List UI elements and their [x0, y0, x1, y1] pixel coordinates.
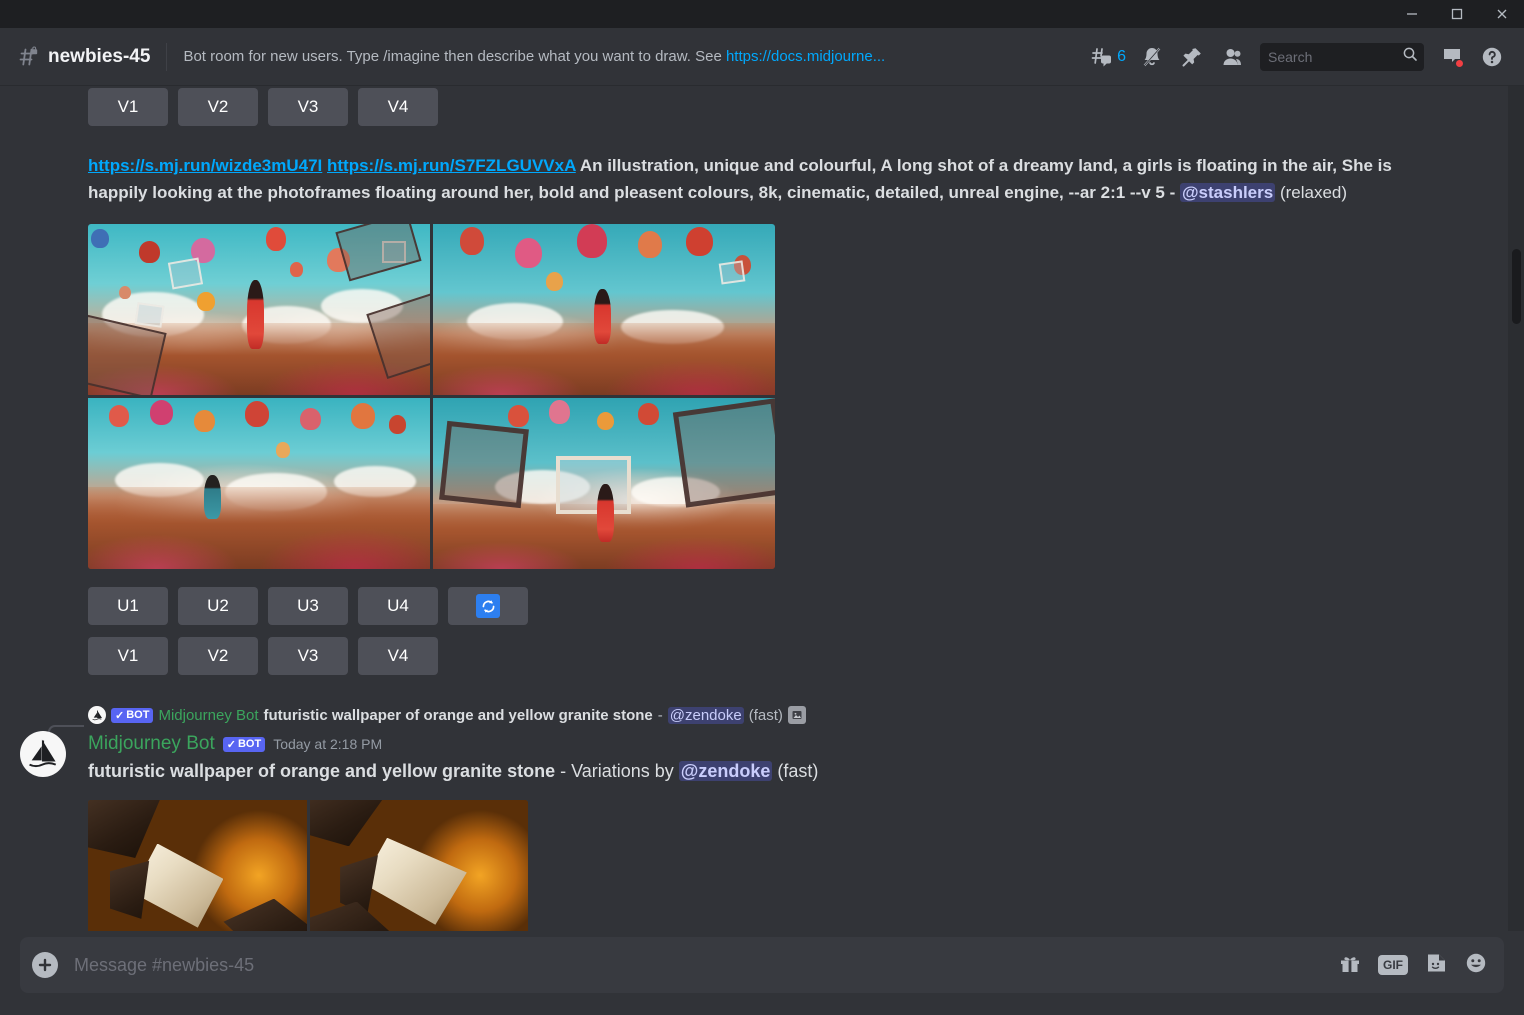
message-body: futuristic wallpaper of orange and yello…: [0, 761, 1524, 782]
image-attachment-icon: [788, 706, 806, 724]
upscale-button-row: U1 U2 U3 U4: [0, 587, 1524, 625]
prompt-link-1[interactable]: https://s.mj.run/wizde3mU47I: [88, 156, 322, 175]
bot-badge-label: BOT: [126, 709, 149, 721]
bot-message: ✓BOT Midjourney Bot futuristic wallpaper…: [0, 703, 1524, 931]
search-input[interactable]: Search: [1260, 43, 1424, 71]
granite-image-1[interactable]: [88, 800, 307, 931]
scrollbar-thumb[interactable]: [1512, 249, 1521, 324]
reply-mode: (fast): [749, 707, 783, 724]
header-icon-group: 6 Search: [1081, 37, 1512, 77]
button-u4[interactable]: U4: [358, 587, 438, 625]
generated-image-2[interactable]: [433, 224, 775, 395]
message-composer: Message #newbies-45 GIF: [0, 931, 1524, 1015]
button-v2[interactable]: V2: [178, 637, 258, 675]
threads-icon[interactable]: [1081, 37, 1121, 77]
message-body-mode: (fast): [777, 761, 818, 781]
reply-mention[interactable]: @zendoke: [668, 707, 744, 724]
reply-bot-badge: ✓BOT: [111, 708, 153, 723]
generated-image-4[interactable]: [433, 398, 775, 569]
search-icon: [1402, 46, 1418, 67]
inbox-unread-dot: [1455, 59, 1464, 68]
reply-author-name[interactable]: Midjourney Bot: [158, 707, 258, 724]
channel-header: newbies-45 Bot room for new users. Type …: [0, 28, 1524, 86]
bot-badge-check: ✓: [115, 709, 124, 722]
reply-message-snippet: futuristic wallpaper of orange and yello…: [264, 707, 653, 724]
bell-muted-icon[interactable]: [1132, 37, 1172, 77]
inbox-icon[interactable]: [1432, 37, 1472, 77]
reply-reference[interactable]: ✓BOT Midjourney Bot futuristic wallpaper…: [0, 703, 1524, 727]
message-author[interactable]: Midjourney Bot: [88, 733, 215, 755]
message-body-rest: - Variations by: [555, 761, 679, 781]
bot-badge-label-2: BOT: [238, 738, 261, 750]
window-minimize-button[interactable]: [1389, 0, 1434, 28]
prompt-mention[interactable]: @stashlers: [1180, 183, 1275, 202]
button-v4[interactable]: V4: [358, 637, 438, 675]
window-maximize-button[interactable]: [1434, 0, 1479, 28]
granite-image-2[interactable]: [310, 800, 529, 931]
channel-topic: Bot room for new users. Type /imagine th…: [183, 48, 1081, 65]
scrollbar-track[interactable]: [1508, 86, 1524, 931]
button-v1[interactable]: V1: [88, 637, 168, 675]
button-v2-top[interactable]: V2: [178, 88, 258, 126]
composer-box[interactable]: Message #newbies-45 GIF: [20, 937, 1504, 993]
button-v4-top[interactable]: V4: [358, 88, 438, 126]
avatar[interactable]: [20, 731, 66, 777]
prompt-mode: (relaxed): [1280, 183, 1347, 202]
window-titlebar: [0, 0, 1524, 28]
bot-badge-check-2: ✓: [227, 738, 236, 751]
granite-image-grid[interactable]: [88, 800, 528, 931]
prompt-message-text: https://s.mj.run/wizde3mU47I https://s.m…: [0, 152, 1524, 206]
sticker-icon[interactable]: [1424, 951, 1448, 980]
button-v3-top[interactable]: V3: [268, 88, 348, 126]
message-timestamp: Today at 2:18 PM: [273, 736, 382, 752]
generated-image-grid[interactable]: [88, 224, 775, 569]
window-close-button[interactable]: [1479, 0, 1524, 28]
message-input[interactable]: Message #newbies-45: [58, 955, 1338, 976]
variation-button-row-top: V1 V2 V3 V4: [0, 88, 1524, 126]
refresh-icon: [476, 594, 500, 618]
header-divider: [166, 43, 167, 71]
gift-icon[interactable]: [1338, 951, 1362, 980]
button-u3[interactable]: U3: [268, 587, 348, 625]
help-icon[interactable]: [1472, 37, 1512, 77]
gif-icon[interactable]: GIF: [1378, 956, 1408, 974]
button-u2[interactable]: U2: [178, 587, 258, 625]
emoji-icon[interactable]: [1464, 951, 1488, 980]
bot-badge: ✓BOT: [223, 737, 265, 752]
sailboat-avatar-icon: [88, 706, 106, 724]
channel-name: newbies-45: [48, 46, 150, 68]
variation-button-row: V1 V2 V3 V4: [0, 637, 1524, 675]
message-header: Midjourney Bot ✓BOT Today at 2:18 PM: [0, 733, 1524, 755]
generated-image-1[interactable]: [88, 224, 430, 395]
composer-icon-group: GIF: [1338, 951, 1488, 980]
button-v3[interactable]: V3: [268, 637, 348, 675]
channel-topic-text: Bot room for new users. Type /imagine th…: [183, 48, 726, 65]
members-icon[interactable]: [1212, 37, 1252, 77]
button-u1[interactable]: U1: [88, 587, 168, 625]
search-placeholder: Search: [1268, 49, 1402, 65]
message-list: V1 V2 V3 V4 https://s.mj.run/wizde3mU47I…: [0, 86, 1524, 931]
button-v1-top[interactable]: V1: [88, 88, 168, 126]
channel-topic-link[interactable]: https://docs.midjourne...: [726, 48, 885, 65]
message-body-bold: futuristic wallpaper of orange and yello…: [88, 761, 555, 781]
message-body-mention[interactable]: @zendoke: [679, 761, 773, 781]
gif-label: GIF: [1378, 955, 1408, 975]
plus-icon[interactable]: [32, 952, 58, 978]
prompt-link-2[interactable]: https://s.mj.run/S7FZLGUVVxA: [327, 156, 576, 175]
pin-icon[interactable]: [1172, 37, 1212, 77]
generated-image-3[interactable]: [88, 398, 430, 569]
reply-dash: -: [658, 707, 663, 724]
hashtag-lock-icon: [16, 45, 40, 69]
button-reroll[interactable]: [448, 587, 528, 625]
